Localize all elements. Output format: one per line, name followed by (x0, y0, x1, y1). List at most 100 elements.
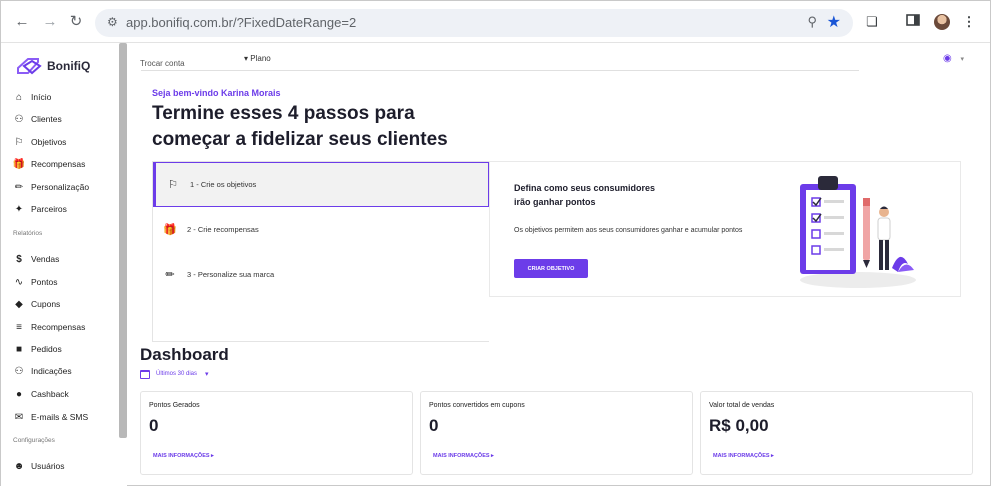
chevron-down-icon: ▾ (960, 56, 965, 63)
users-icon: ⚇ (14, 113, 24, 125)
stat-card-pontos-convertidos: Pontos convertidos em cupons 0 MAIS INFO… (420, 391, 693, 475)
cashback-icon: ● (15, 388, 23, 400)
sidebar-item-label: Vendas (31, 254, 60, 264)
top-bar-divider (141, 70, 859, 71)
brush-icon: ✏ (165, 269, 175, 281)
forward-icon[interactable]: → (41, 13, 59, 31)
user-circle-icon: ☻ (13, 460, 25, 472)
stat-card-value: 0 (149, 416, 159, 435)
sidebar-item-clientes[interactable]: ⚇ Clientes (13, 112, 62, 126)
sidebar-item-parceiros[interactable]: ✦ Parceiros (13, 202, 67, 216)
referral-icon: ⚇ (14, 365, 24, 377)
step-label: 2 - Crie recompensas (187, 225, 259, 234)
mail-icon: ✉ (14, 411, 24, 423)
url-text: app.bonifiq.com.br/?FixedDateRange=2 (126, 15, 357, 30)
sidebar-item-label: Indicações (31, 366, 72, 376)
sidebar-item-pedidos[interactable]: ■ Pedidos (13, 342, 62, 356)
switch-account-select[interactable]: Trocar conta (140, 59, 185, 68)
reports-header: Relatórios (13, 230, 43, 237)
trend-icon: ∿ (14, 276, 24, 288)
logo-icon (14, 56, 44, 76)
stat-card-value: R$ 0,00 (709, 416, 769, 435)
gift-icon: 🎁 (12, 158, 26, 170)
reload-icon[interactable]: ↻ (67, 13, 85, 31)
sidebar-item-label: E-mails & SMS (31, 412, 89, 422)
stat-card-value: 0 (429, 416, 439, 435)
sidebar-item-label: Cupons (31, 299, 61, 309)
sidebar-item-personalizacao[interactable]: ✏ Personalização (13, 180, 89, 194)
checklist-icon: ≡ (16, 321, 22, 333)
chevron-down-icon: ▾ (205, 371, 209, 378)
zoom-icon[interactable]: ⚲ (807, 14, 817, 30)
stat-card-label: Pontos convertidos em cupons (429, 402, 525, 409)
step-detail-title: Defina como seus consumidores irão ganha… (514, 183, 656, 207)
sidebar-item-label: Objetivos (31, 137, 67, 147)
plan-label[interactable]: ▾ Plano (244, 54, 271, 63)
sidebar-item-label: Início (31, 92, 52, 102)
more-info-link[interactable]: MAIS INFORMAÇÕES ▸ (153, 453, 214, 459)
sidebar-item-recompensas[interactable]: 🎁 Recompensas (12, 157, 86, 171)
sidebar-item-label: Recompensas (31, 159, 86, 169)
step-personalize[interactable]: ✏ 3 - Personalize sua marca (153, 252, 489, 297)
address-bar[interactable]: ⚙ app.bonifiq.com.br/?FixedDateRange=2 ⚲… (95, 9, 853, 37)
sidebar-item-label: Usuários (31, 461, 65, 471)
home-icon: ⌂ (15, 91, 23, 103)
stat-card-label: Valor total de vendas (709, 402, 775, 409)
onboarding-headline: Termine esses 4 passos para começar a fi… (152, 103, 448, 150)
sidebar-item-objetivos[interactable]: ⚐ Objetivos (13, 135, 67, 149)
step-detail-description: Os objetivos permitem aos seus consumido… (514, 227, 743, 234)
config-header: Configurações (13, 437, 55, 444)
sidebar-item-emails-sms[interactable]: ✉ E-mails & SMS (13, 410, 88, 424)
tag-icon: ◆ (15, 298, 23, 310)
step-recompensas[interactable]: 🎁 2 - Crie recompensas (153, 207, 489, 252)
welcome-text: Seja bem-vindo Karina Morais (152, 88, 281, 98)
app-window: ← → ↻ ⚙ app.bonifiq.com.br/?FixedDateRan… (0, 0, 991, 486)
sidebar-item-recompensas-report[interactable]: ≡ Recompensas (13, 320, 85, 334)
sidebar-item-label: Pedidos (31, 344, 62, 354)
sidebar-item-inicio[interactable]: ⌂ Início (13, 90, 51, 104)
sidebar-item-label: Cashback (31, 389, 69, 399)
sidebar-scrollbar[interactable] (119, 43, 127, 438)
handshake-icon: ✦ (14, 203, 24, 215)
plan-text: Plano (250, 54, 271, 63)
sidebar-item-cupons[interactable]: ◆ Cupons (13, 297, 60, 311)
sidebar-item-pontos[interactable]: ∿ Pontos (13, 275, 58, 289)
sidebar-item-vendas[interactable]: $ Vendas (13, 252, 59, 266)
user-menu[interactable]: ◉ ▾ (943, 53, 964, 64)
sidebar-item-label: Personalização (31, 182, 90, 192)
site-settings-icon[interactable]: ⚙ (107, 15, 118, 29)
side-panel-icon[interactable] (905, 14, 921, 30)
step-label: 1 - Crie os objetivos (190, 180, 257, 189)
step-detail-panel: Defina como seus consumidores irão ganha… (489, 161, 961, 297)
sidebar-item-cashback[interactable]: ● Cashback (13, 387, 69, 401)
period-selector[interactable]: Últimos 30 dias ▾ (140, 368, 209, 380)
period-label: Últimos 30 dias (156, 371, 198, 377)
calendar-icon (140, 369, 150, 379)
flag-icon: ⚐ (168, 179, 178, 191)
browser-menu-icon[interactable]: ⋮ (961, 14, 977, 30)
brand-name: BonifiQ (47, 59, 91, 73)
extensions-icon[interactable]: ❏ (864, 14, 880, 30)
step-label: 3 - Personalize sua marca (187, 270, 275, 279)
step-objetivos[interactable]: ⚐ 1 - Crie os objetivos (153, 162, 489, 207)
back-icon[interactable]: ← (13, 13, 31, 31)
stat-card-valor-vendas: Valor total de vendas R$ 0,00 MAIS INFOR… (700, 391, 973, 475)
create-objective-button[interactable]: CRIAR OBJETIVO (514, 259, 588, 278)
stat-card-label: Pontos Gerados (149, 402, 200, 409)
user-account-icon: ◉ (943, 53, 952, 64)
onboarding-steps: ⚐ 1 - Crie os objetivos 🎁 2 - Crie recom… (152, 161, 489, 342)
sidebar-item-label: Clientes (31, 114, 62, 124)
sidebar-item-indicacoes[interactable]: ⚇ Indicações (13, 364, 72, 378)
profile-avatar[interactable] (934, 14, 950, 30)
brush-icon: ✏ (14, 181, 24, 193)
sidebar-item-label: Parceiros (31, 204, 67, 214)
more-info-link[interactable]: MAIS INFORMAÇÕES ▸ (713, 453, 774, 459)
stat-card-pontos-gerados: Pontos Gerados 0 MAIS INFORMAÇÕES ▸ (140, 391, 413, 475)
brand-logo[interactable]: BonifiQ (14, 56, 90, 76)
flag-icon: ⚐ (14, 136, 24, 148)
bookmark-star-icon[interactable]: ★ (827, 12, 841, 32)
bag-icon: ■ (15, 343, 23, 355)
more-info-link[interactable]: MAIS INFORMAÇÕES ▸ (433, 453, 494, 459)
sidebar-item-usuarios[interactable]: ☻ Usuários (13, 459, 65, 473)
gift-icon: 🎁 (163, 224, 177, 236)
